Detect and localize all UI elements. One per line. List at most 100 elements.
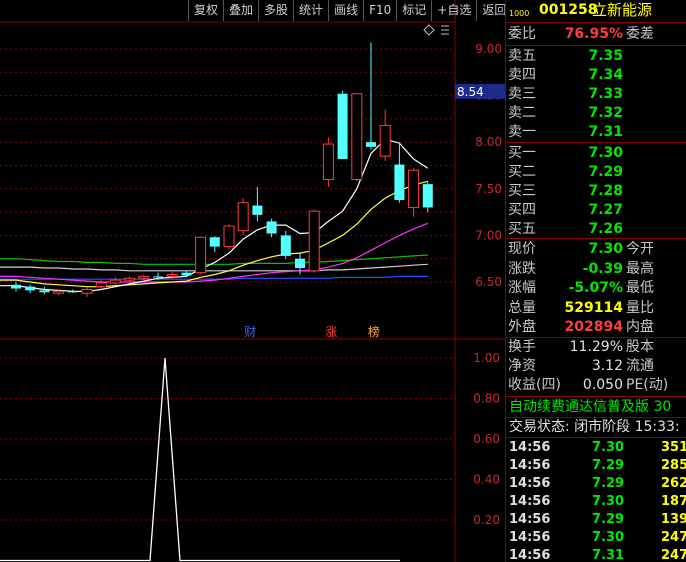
candle-body-down [394,164,405,200]
ask-price: 7.31 [588,124,623,140]
toolbar-button[interactable]: F10 [363,0,396,21]
toolbar-button[interactable]: 画线 [328,0,363,21]
status-text: 交易状态: 闭市阶段 15:33: [509,419,680,435]
indicator-tick-label: 0.40 [473,473,500,487]
chart-toolbar: 复权 叠加 多股 统计 画线 F10 标记 +自选 返回 [188,0,511,21]
tick-price: 7.30 [592,494,625,509]
ask-label: 卖二 [508,105,536,121]
candle-body-up [237,202,249,232]
ma-line-magenta [0,222,429,283]
stat-label: 总量 [508,299,536,316]
candle-body-down [366,142,376,147]
candle-body-up [322,143,334,180]
ask-price: 7.34 [588,67,623,83]
tick-volume: 285 [661,458,686,473]
tick-time: 14:56 [509,476,551,491]
toolbar-button[interactable]: 多股 [258,0,293,21]
toolbar-button[interactable]: 统计 [293,0,328,21]
diamond-icon [423,24,435,36]
stat-label: 现价 [508,241,536,257]
stat-value: -5.07% [568,280,623,296]
tick-row[interactable]: 14:56 7.30 247 [506,529,686,547]
tick-time: 14:56 [509,458,551,473]
candle-body-up [351,93,363,180]
tick-volume: 139 [661,512,686,527]
indicator-tick-label: 0.20 [473,513,500,527]
candle-body-down [266,221,277,234]
toolbar-button[interactable]: 叠加 [223,0,258,21]
tick-row[interactable]: 14:56 7.29 262 [506,475,686,493]
candle-body-down [153,276,163,278]
tick-volume: 247 [661,548,686,562]
stock-header: 1000 001258 立新能源 [506,1,686,23]
stat-label: 外盘 [508,319,536,335]
bid-row[interactable]: 买一 7.30 [506,144,686,163]
candle-body-up [408,169,420,208]
ask-label: 卖一 [508,124,536,140]
stat2-value: 0.050 [582,377,623,393]
tick-time: 14:56 [509,530,551,545]
stat2-label-2: 流通 [626,358,654,374]
bid-price: 7.28 [588,183,623,199]
tick-price: 7.29 [592,458,625,473]
tick-time: 14:56 [509,440,551,455]
tick-row[interactable]: 14:56 7.30 187 [506,493,686,511]
bid-label: 买五 [508,221,536,237]
kline-chart[interactable]: 9.008.508.007.507.006.508.54财涨榜1.000.800… [0,0,505,562]
ask-row[interactable]: 卖四 7.34 [506,66,686,85]
tick-volume: 187 [661,494,686,509]
candle-body-down [39,290,50,293]
ticker-banner[interactable]: 自动续费通达信普及版 30 [506,398,686,417]
ask-row[interactable]: 卖三 7.33 [506,85,686,104]
event-marker: 财 [244,325,256,339]
ask-row[interactable]: 卖一 7.31 [506,123,686,142]
menu-icon [441,25,449,35]
stat2-value: 3.12 [591,358,623,374]
ticker-text: 自动续费通达信普及版 30 [509,399,672,415]
toolbar-button[interactable]: 标记 [396,0,431,21]
weibi-value: 76.95% [564,26,623,42]
tick-price: 7.31 [592,548,625,562]
stat2-label-2: 股本 [626,339,654,355]
candle-body-down [25,286,36,291]
stat-row: 涨跌 -0.39 最高 [506,260,686,279]
stat-value: 7.30 [588,241,623,257]
stock-code[interactable]: 001258 [539,1,597,20]
tick-row[interactable]: 14:56 7.29 139 [506,511,686,529]
bid-price: 7.26 [588,221,623,237]
ask-row[interactable]: 卖五 7.35 [506,47,686,66]
candle-body-up [166,274,178,277]
event-marker: 涨 [325,324,337,339]
tick-price: 7.30 [592,530,625,545]
bid-row[interactable]: 买四 7.27 [506,201,686,220]
ask-row[interactable]: 卖二 7.32 [506,104,686,123]
status-row: 交易状态: 闭市阶段 15:33: [506,418,686,437]
candle-body-up [95,282,107,288]
indicator-tick-label: 1.00 [473,351,500,365]
chart-area[interactable]: 9.008.508.007.507.006.508.54财涨榜1.000.800… [0,0,505,562]
candle-body-down [11,284,21,289]
weibi-row: 委比 76.95% 委差 [506,25,686,44]
current-price-label: 8.54 [457,85,484,99]
bid-row[interactable]: 买二 7.29 [506,163,686,182]
bid-label: 买一 [508,145,536,161]
bid-row[interactable]: 买三 7.28 [506,182,686,201]
candle-body-up [109,279,121,284]
toolbar-button[interactable]: +自选 [431,0,476,21]
bid-row[interactable]: 买五 7.26 [506,220,686,239]
stock-name[interactable]: 立新能源 [592,1,652,20]
ask-price: 7.35 [588,48,623,64]
candle-body-down [252,205,263,215]
bid-label: 买四 [508,202,536,218]
price-tick-label: 8.00 [475,135,502,149]
tick-row[interactable]: 14:56 7.29 285 [506,457,686,475]
tick-time: 14:56 [509,512,551,527]
candle-body-down [422,184,433,208]
toolbar-button[interactable]: 复权 [188,0,223,21]
candle-body-up [379,124,391,157]
price-tick-label: 7.50 [475,182,502,196]
tick-volume: 351 [661,440,686,455]
tick-row[interactable]: 14:56 7.30 351 [506,439,686,457]
stat-label-2: 今开 [626,241,654,257]
tick-row[interactable]: 14:56 7.31 247 [506,547,686,562]
